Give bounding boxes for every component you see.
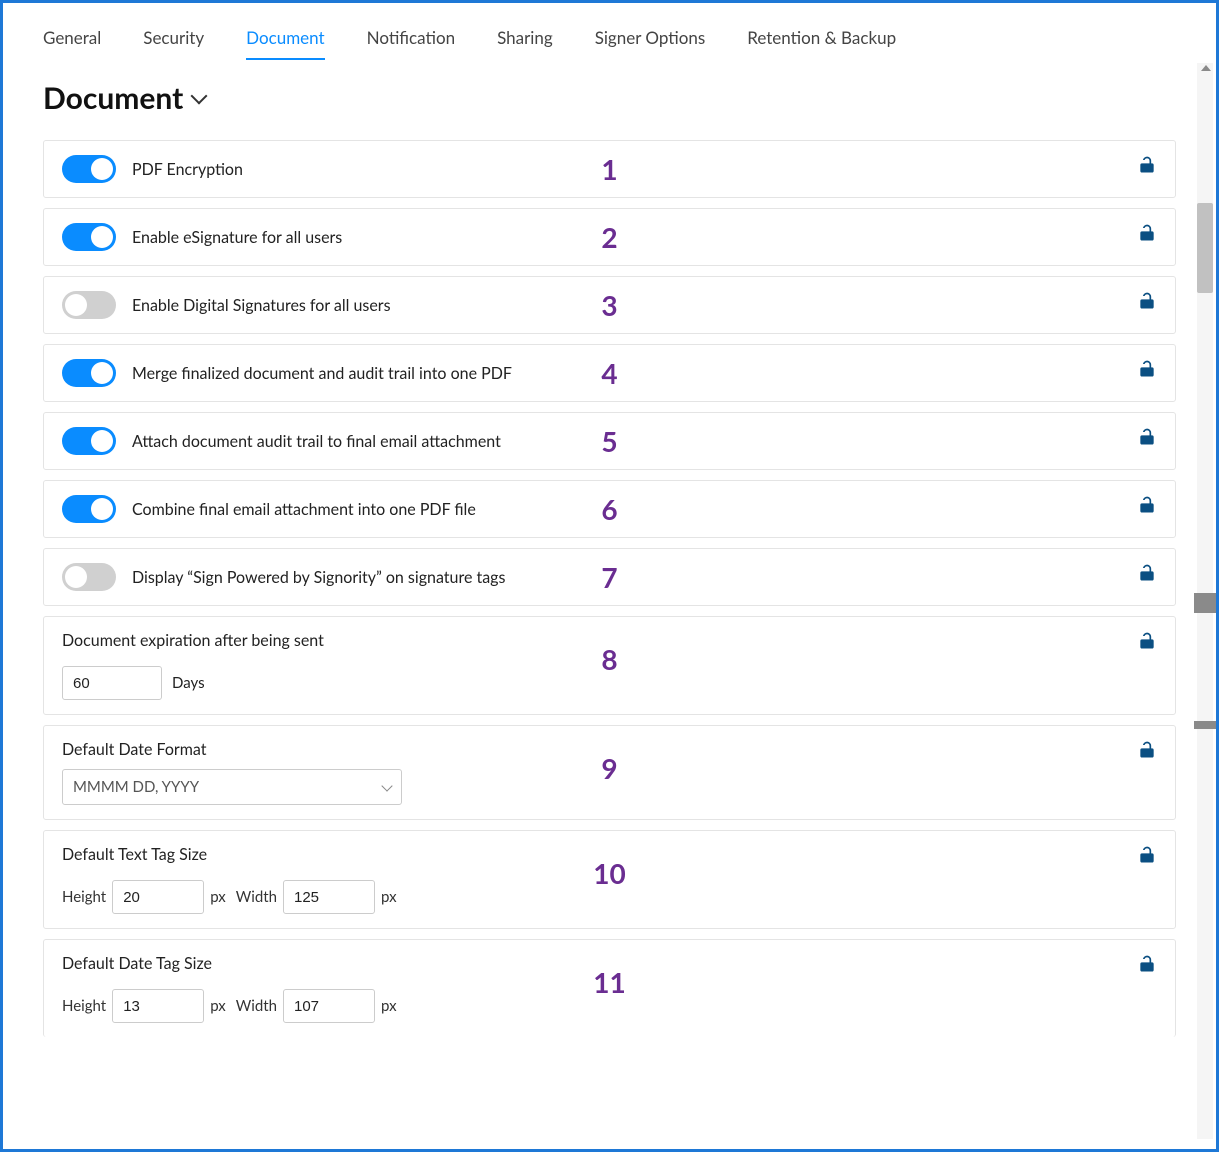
tab-security[interactable]: Security bbox=[143, 23, 204, 60]
px-label: px bbox=[210, 997, 226, 1015]
tab-notification[interactable]: Notification bbox=[367, 23, 455, 60]
row-number: 5 bbox=[601, 424, 617, 458]
row-text-tag-size: Default Text Tag Size Height px Width px… bbox=[43, 830, 1176, 929]
toggle-merge-audit-trail[interactable] bbox=[62, 359, 116, 387]
toggle-attach-audit-trail[interactable] bbox=[62, 427, 116, 455]
height-label: Height bbox=[62, 997, 106, 1015]
lock-icon[interactable] bbox=[1137, 359, 1157, 379]
page-title-text: Document bbox=[43, 80, 183, 116]
expiration-label: Document expiration after being sent bbox=[62, 631, 324, 650]
px-label: px bbox=[210, 888, 226, 906]
date-format-label: Default Date Format bbox=[62, 740, 207, 759]
tab-sharing[interactable]: Sharing bbox=[497, 23, 553, 60]
row-number: 11 bbox=[593, 965, 625, 999]
row-date-tag-size: Default Date Tag Size Height px Width px… bbox=[43, 939, 1176, 1037]
chevron-down-icon bbox=[191, 88, 208, 105]
scrollbar-thumb[interactable] bbox=[1197, 203, 1213, 293]
date-tag-label: Default Date Tag Size bbox=[62, 954, 212, 973]
lock-icon[interactable] bbox=[1137, 155, 1157, 175]
row-label: Enable Digital Signatures for all users bbox=[132, 296, 391, 315]
text-tag-label: Default Text Tag Size bbox=[62, 845, 207, 864]
lock-icon[interactable] bbox=[1137, 845, 1157, 865]
row-label: Combine final email attachment into one … bbox=[132, 500, 476, 519]
height-label: Height bbox=[62, 888, 106, 906]
row-label: PDF Encryption bbox=[132, 160, 243, 179]
toggle-pdf-encryption[interactable] bbox=[62, 155, 116, 183]
lock-icon[interactable] bbox=[1137, 631, 1157, 651]
row-number: 10 bbox=[593, 856, 625, 890]
row-label: Enable eSignature for all users bbox=[132, 228, 342, 247]
lock-icon[interactable] bbox=[1137, 291, 1157, 311]
toggle-display-powered-by[interactable] bbox=[62, 563, 116, 591]
page-title[interactable]: Document bbox=[43, 80, 1176, 116]
scrollbar-mark bbox=[1194, 593, 1216, 613]
row-label: Display “Sign Powered by Signority” on s… bbox=[132, 568, 505, 587]
tab-signer-options[interactable]: Signer Options bbox=[595, 23, 706, 60]
row-expiration: Document expiration after being sent Day… bbox=[43, 616, 1176, 715]
row-number: 3 bbox=[601, 288, 617, 322]
toggle-combine-final-email[interactable] bbox=[62, 495, 116, 523]
text-tag-height-input[interactable] bbox=[112, 880, 204, 914]
row-label: Merge finalized document and audit trail… bbox=[132, 364, 512, 383]
width-label: Width bbox=[236, 888, 277, 906]
row-number: 6 bbox=[601, 492, 617, 526]
row-combine-final-email: Combine final email attachment into one … bbox=[43, 480, 1176, 538]
toggle-enable-esignature[interactable] bbox=[62, 223, 116, 251]
row-number: 7 bbox=[601, 560, 617, 594]
chevron-down-icon bbox=[381, 780, 392, 791]
row-number: 2 bbox=[601, 220, 617, 254]
tabs-bar: General Security Document Notification S… bbox=[43, 23, 1176, 60]
date-tag-width-input[interactable] bbox=[283, 989, 375, 1023]
lock-icon[interactable] bbox=[1137, 563, 1157, 583]
row-attach-audit-trail: Attach document audit trail to final ema… bbox=[43, 412, 1176, 470]
lock-icon[interactable] bbox=[1137, 495, 1157, 515]
lock-icon[interactable] bbox=[1137, 427, 1157, 447]
row-pdf-encryption: PDF Encryption 1 bbox=[43, 140, 1176, 198]
row-display-powered-by: Display “Sign Powered by Signority” on s… bbox=[43, 548, 1176, 606]
width-label: Width bbox=[236, 997, 277, 1015]
lock-icon[interactable] bbox=[1137, 954, 1157, 974]
expiration-unit: Days bbox=[172, 674, 205, 692]
row-digital-signatures: Enable Digital Signatures for all users … bbox=[43, 276, 1176, 334]
row-number: 1 bbox=[601, 152, 617, 186]
tab-retention-backup[interactable]: Retention & Backup bbox=[747, 23, 896, 60]
row-merge-audit-trail: Merge finalized document and audit trail… bbox=[43, 344, 1176, 402]
row-enable-esignature: Enable eSignature for all users 2 bbox=[43, 208, 1176, 266]
px-label: px bbox=[381, 997, 397, 1015]
row-label: Attach document audit trail to final ema… bbox=[132, 432, 501, 451]
row-number: 9 bbox=[601, 751, 617, 785]
text-tag-width-input[interactable] bbox=[283, 880, 375, 914]
row-number: 4 bbox=[601, 356, 617, 390]
expiration-input[interactable] bbox=[62, 666, 162, 700]
toggle-digital-signatures[interactable] bbox=[62, 291, 116, 319]
date-tag-height-input[interactable] bbox=[112, 989, 204, 1023]
px-label: px bbox=[381, 888, 397, 906]
scrollbar-mark bbox=[1194, 721, 1216, 729]
row-date-format: Default Date Format MMMM DD, YYYY 9 bbox=[43, 725, 1176, 820]
lock-icon[interactable] bbox=[1137, 740, 1157, 760]
date-format-value: MMMM DD, YYYY bbox=[73, 778, 199, 796]
date-format-select[interactable]: MMMM DD, YYYY bbox=[62, 769, 402, 805]
lock-icon[interactable] bbox=[1137, 223, 1157, 243]
scroll-up-icon[interactable] bbox=[1201, 65, 1211, 71]
tab-document[interactable]: Document bbox=[246, 23, 324, 60]
tab-general[interactable]: General bbox=[43, 23, 101, 60]
row-number: 8 bbox=[601, 642, 617, 676]
